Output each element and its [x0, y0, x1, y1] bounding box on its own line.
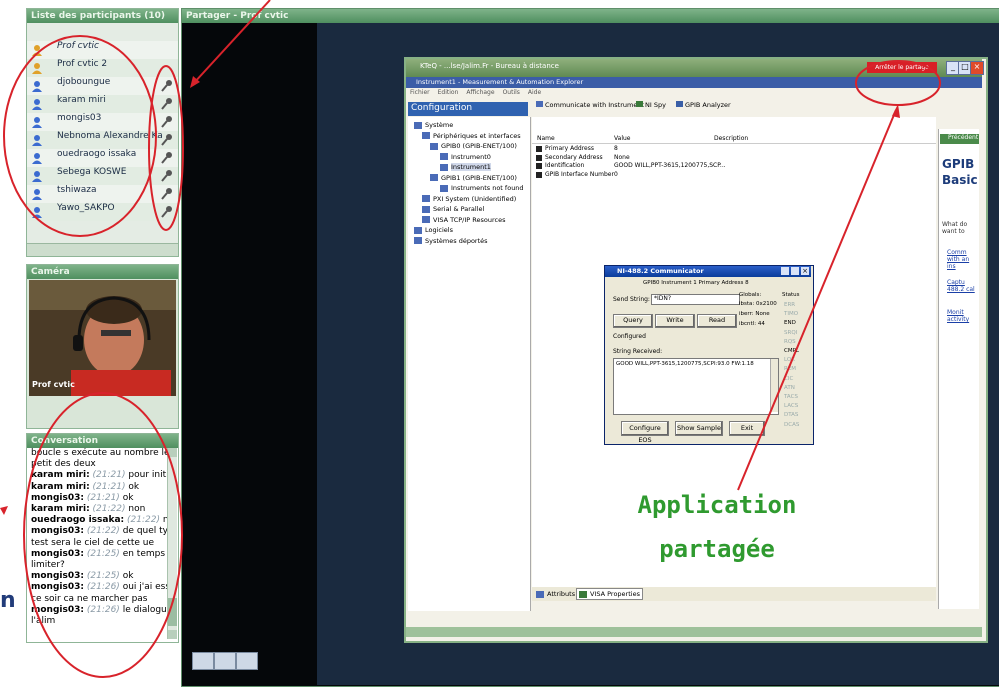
- chat-highlight: [23, 392, 183, 678]
- annotation-overlay: n: [0, 0, 941, 678]
- stop-sharing-highlight: [855, 60, 941, 106]
- arrow-to-participants: [192, 0, 271, 85]
- keys-highlight: [148, 65, 184, 231]
- arrow-head-stop-sharing: [892, 104, 900, 118]
- arrow-head-chat: [0, 506, 8, 515]
- participants-highlight: [3, 35, 157, 237]
- edge-glyph: n: [0, 588, 16, 613]
- arrow-to-stop-sharing: [737, 109, 897, 491]
